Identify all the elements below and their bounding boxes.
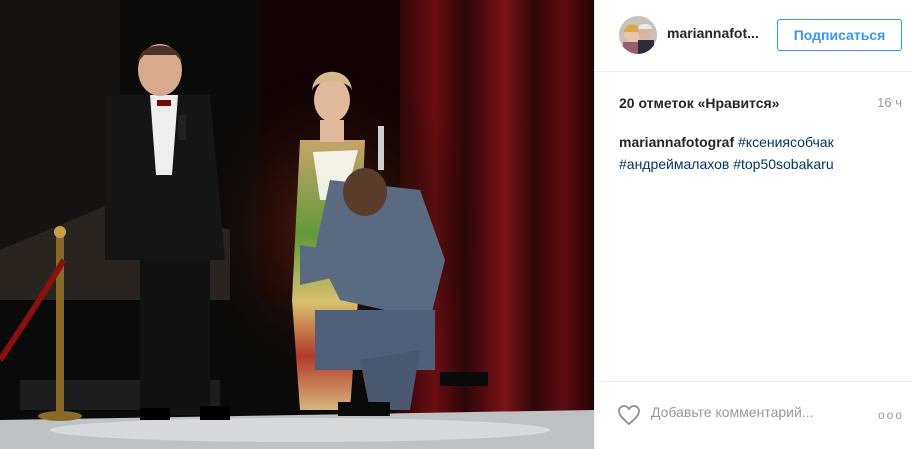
post-caption: mariannafotograf #ксениясобчак #андрейма… <box>619 131 899 175</box>
post-header: mariannafot... Подписаться <box>595 0 912 72</box>
photo-image <box>0 0 594 449</box>
post-actions: Добавьте комментарий... ooo <box>595 381 912 449</box>
heart-icon[interactable] <box>617 403 641 427</box>
avatar-image <box>619 16 657 54</box>
hashtag-top50[interactable]: #top50sobakaru <box>733 156 833 172</box>
post-age[interactable]: 16 ч <box>877 95 902 110</box>
post-photo[interactable] <box>0 0 594 449</box>
follow-button[interactable]: Подписаться <box>777 19 902 51</box>
hashtag-andrei[interactable]: #андреймалахов <box>619 156 729 172</box>
more-options-icon[interactable]: ooo <box>878 408 904 422</box>
username-link[interactable]: mariannafot... <box>667 25 759 41</box>
post-modal: mariannafot... Подписаться 20 отметок «Н… <box>0 0 912 449</box>
avatar[interactable] <box>619 16 657 54</box>
caption-author[interactable]: mariannafotograf <box>619 134 734 150</box>
hashtag-ksenia[interactable]: #ксениясобчак <box>738 134 834 150</box>
post-sidebar: mariannafot... Подписаться 20 отметок «Н… <box>594 0 912 449</box>
comment-input[interactable]: Добавьте комментарий... <box>651 404 813 420</box>
likes-count[interactable]: 20 отметок «Нравится» <box>619 95 779 111</box>
